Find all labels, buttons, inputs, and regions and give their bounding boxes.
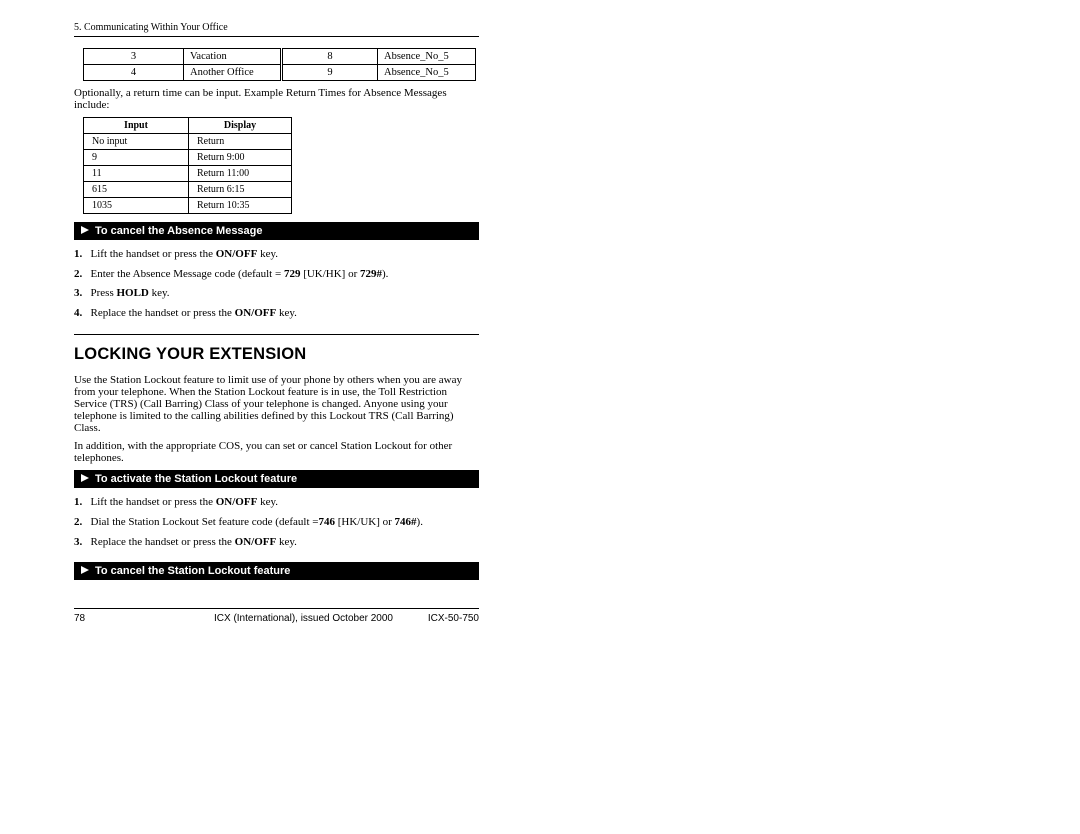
bar-label: To activate the Station Lockout feature [95,473,297,485]
list-item: 1. Lift the handset or press the ON/OFF … [74,496,479,509]
cell: Another Office [184,65,282,81]
cell: Return 10:35 [189,198,292,214]
table-row: No inputReturn [84,134,292,150]
steps-activate-lockout: 1. Lift the handset or press the ON/OFF … [74,496,479,548]
bar-label: To cancel the Absence Message [95,225,263,237]
list-item: 1. Lift the handset or press the ON/OFF … [74,248,479,261]
table-row: 3 Vacation 8 Absence_No_5 [84,49,476,65]
page-header: 5. Communicating Within Your Office [74,22,479,37]
absence-codes-table: 3 Vacation 8 Absence_No_5 4 Another Offi… [83,48,476,81]
triangle-icon [81,225,89,237]
cell: No input [84,134,189,150]
table-head-row: Input Display [84,118,292,134]
table-row: 4 Another Office 9 Absence_No_5 [84,65,476,81]
cell: 8 [282,49,378,65]
cell: Absence_No_5 [378,49,476,65]
list-item: 3. Replace the handset or press the ON/O… [74,536,479,549]
list-item: 3. Press HOLD key. [74,287,479,300]
heading-bar-cancel-lockout: To cancel the Station Lockout feature [74,562,479,580]
heading-bar-cancel-absence: To cancel the Absence Message [74,222,479,240]
footer-issue: ICX (International), issued October 2000 [214,613,428,624]
return-times-table: Input Display No inputReturn 9Return 9:0… [83,117,292,214]
steps-cancel-absence: 1. Lift the handset or press the ON/OFF … [74,248,479,320]
document-page: 5. Communicating Within Your Office 3 Va… [74,22,479,624]
table-row: 9Return 9:00 [84,150,292,166]
cell: 11 [84,166,189,182]
cell: Absence_No_5 [378,65,476,81]
cell: Return [189,134,292,150]
table-row: 1035Return 10:35 [84,198,292,214]
list-item: 2. Dial the Station Lockout Set feature … [74,516,479,529]
paragraph: Optionally, a return time can be input. … [74,87,479,111]
heading-bar-activate-lockout: To activate the Station Lockout feature [74,470,479,488]
paragraph: Use the Station Lockout feature to limit… [74,374,479,434]
header-cell: Input [84,118,189,134]
cell: Vacation [184,49,282,65]
triangle-icon [81,473,89,485]
paragraph: In addition, with the appropriate COS, y… [74,440,479,464]
bar-label: To cancel the Station Lockout feature [95,565,290,577]
cell: Return 6:15 [189,182,292,198]
cell: 4 [84,65,184,81]
cell: Return 11:00 [189,166,292,182]
table-row: 11Return 11:00 [84,166,292,182]
list-item: 4. Replace the handset or press the ON/O… [74,307,479,320]
list-item: 2. Enter the Absence Message code (defau… [74,268,479,281]
table-row: 615Return 6:15 [84,182,292,198]
cell: Return 9:00 [189,150,292,166]
cell: 9 [282,65,378,81]
page-footer: 78 ICX (International), issued October 2… [74,608,479,624]
cell: 9 [84,150,189,166]
section-heading-locking: LOCKING YOUR EXTENSION [74,334,479,364]
page-number: 78 [74,613,214,624]
cell: 3 [84,49,184,65]
footer-doc-id: ICX-50-750 [428,613,479,624]
cell: 1035 [84,198,189,214]
triangle-icon [81,565,89,577]
header-cell: Display [189,118,292,134]
cell: 615 [84,182,189,198]
